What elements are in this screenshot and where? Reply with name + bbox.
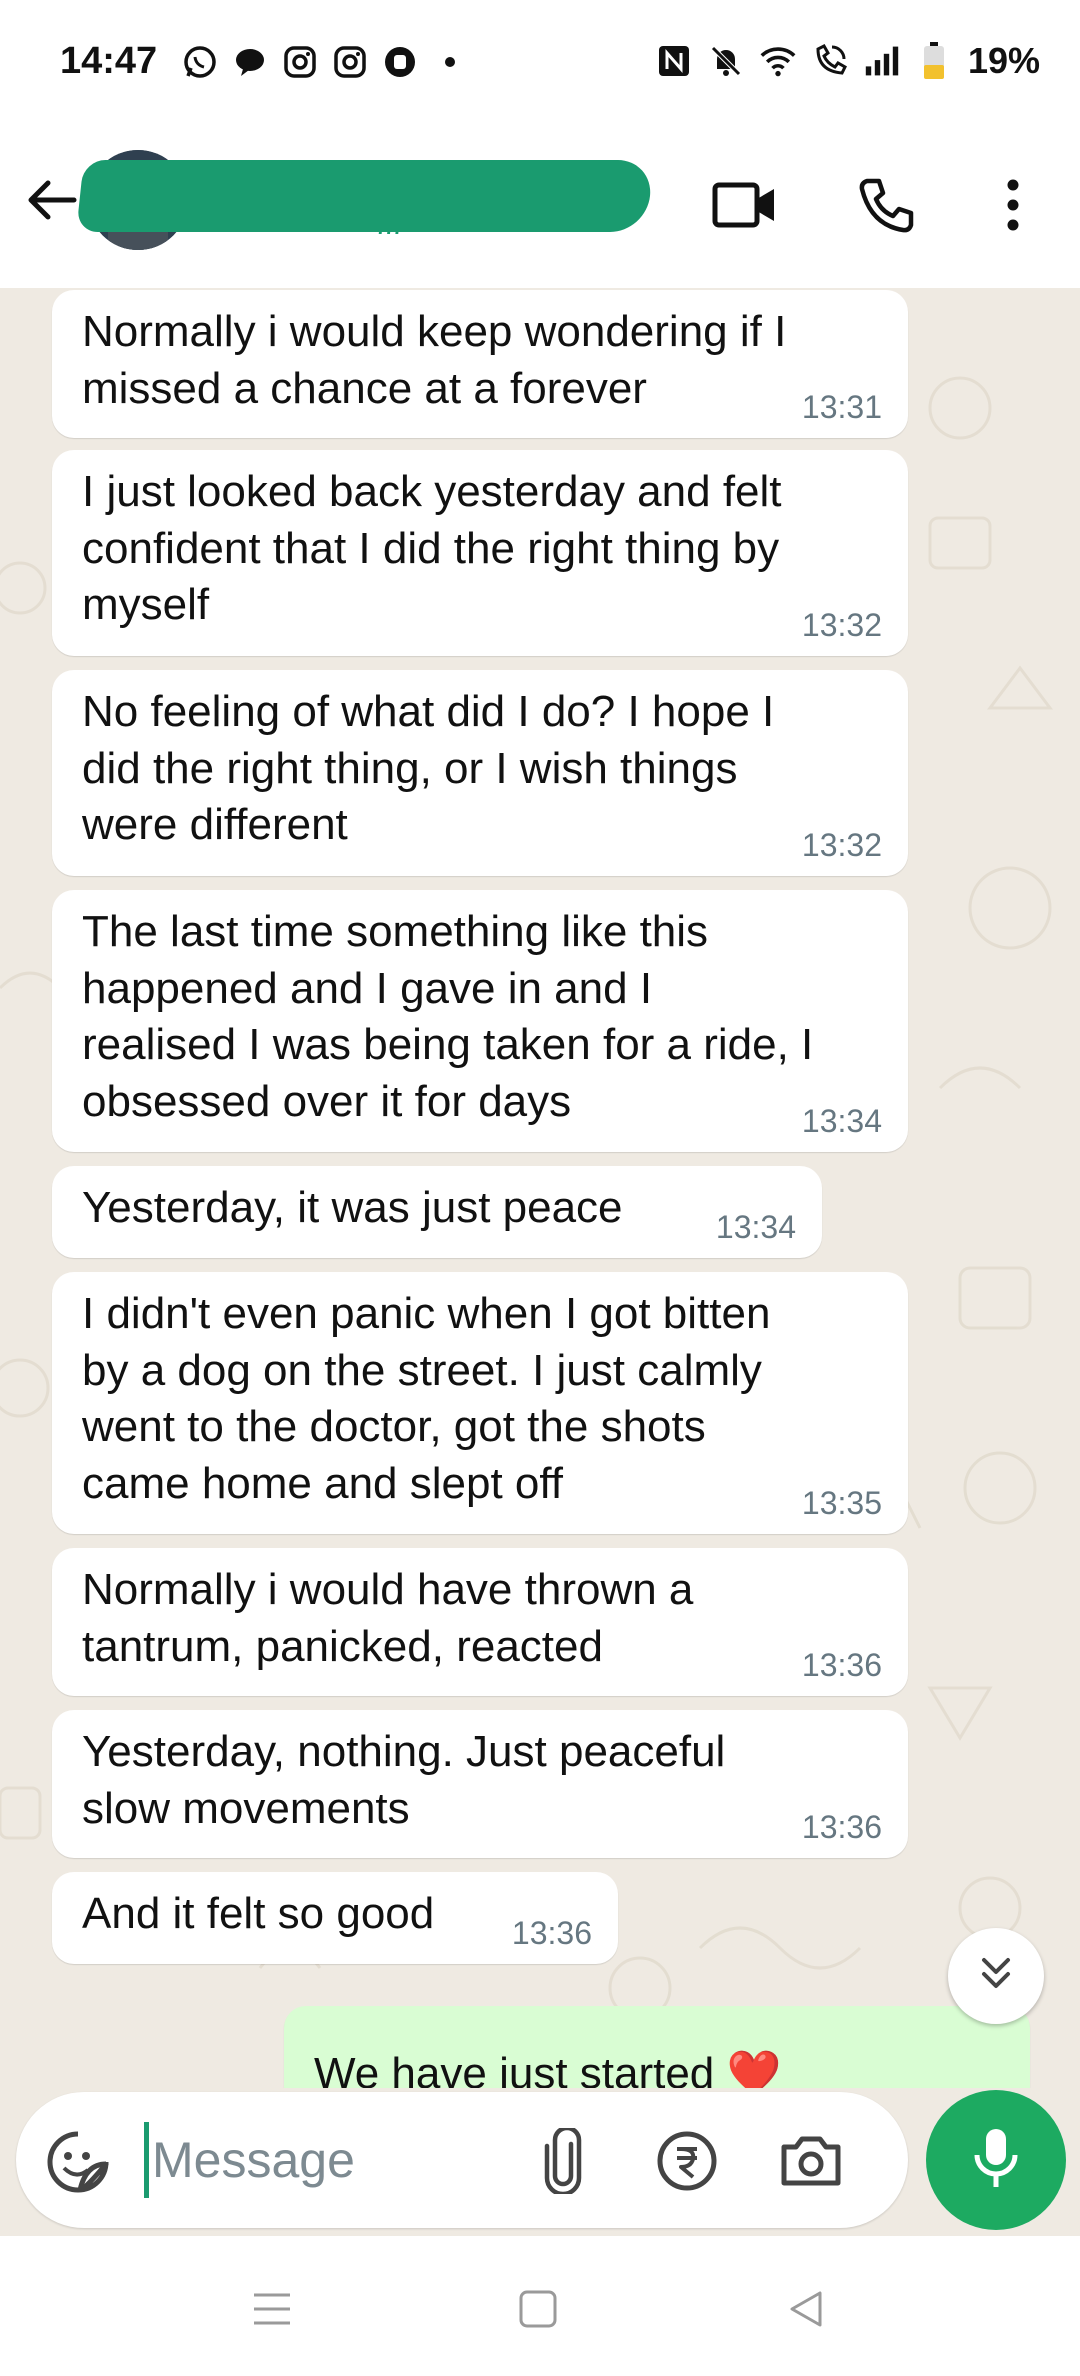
message-bubble[interactable]: Yesterday, nothing. Just peaceful slow m…	[52, 1710, 908, 1858]
system-nav-bar	[0, 2236, 1080, 2376]
wifi-icon	[760, 43, 796, 79]
sticker-icon[interactable]	[46, 2130, 110, 2194]
message-time: 13:34	[715, 1209, 796, 1245]
message-input[interactable]	[148, 2118, 536, 2202]
wifi-call-icon	[812, 43, 848, 79]
chat-area[interactable]: Normally i would keep wondering if I mis…	[0, 288, 1080, 2088]
signal-icon	[864, 43, 900, 79]
home-icon[interactable]	[508, 2284, 568, 2334]
message-text: Yesterday, nothing. Just peaceful slow m…	[82, 1727, 726, 1833]
status-bar: 14:47 19%	[0, 0, 1080, 130]
camera-icon[interactable]	[776, 2126, 846, 2196]
message-bubble[interactable]: Yesterday, it was just peace 13:34	[52, 1166, 822, 1258]
composer-pill	[16, 2092, 908, 2228]
message-time: 13:35	[801, 1485, 882, 1521]
whatsapp-icon	[182, 44, 218, 80]
status-time: 14:47	[60, 40, 158, 82]
message-time: 13:36	[511, 1915, 592, 1951]
message-bubble[interactable]: And it felt so good 13:36	[52, 1872, 618, 1964]
message-time: 13:36	[801, 1809, 882, 1845]
voice-call-icon[interactable]	[852, 170, 922, 240]
message-text: And it felt so good	[82, 1889, 435, 1938]
rupee-payment-icon[interactable]	[652, 2126, 722, 2196]
message-bubble[interactable]: The last time something like this happen…	[52, 890, 908, 1152]
contact-name: ...	[375, 208, 404, 241]
message-bubble[interactable]: No feeling of what did I do? I hope I di…	[52, 670, 908, 876]
message-text: Normally i would keep wondering if I mis…	[82, 307, 787, 413]
message-text: No feeling of what did I do? I hope I di…	[82, 687, 775, 849]
back-icon[interactable]	[776, 2284, 836, 2334]
message-time: 13:36	[801, 1647, 882, 1683]
instagram-icon	[332, 44, 368, 80]
mic-button[interactable]	[926, 2090, 1066, 2230]
scroll-to-bottom-button[interactable]	[948, 1928, 1044, 2024]
message-bubble[interactable]: Normally i would keep wondering if I mis…	[52, 290, 908, 438]
message-bubble[interactable]: I just looked back yesterday and felt co…	[52, 450, 908, 656]
system-icons: 19%	[656, 40, 1040, 82]
message-time: 13:32	[801, 607, 882, 643]
more-vert-icon[interactable]	[978, 170, 1048, 240]
instagram-icon	[282, 44, 318, 80]
notification-icons	[182, 44, 468, 80]
battery-icon	[916, 42, 952, 79]
attach-icon[interactable]	[528, 2126, 598, 2196]
menu-icon[interactable]	[242, 2284, 302, 2334]
chat-icon	[232, 44, 268, 80]
message-bubble[interactable]: Normally i would have thrown a tantrum, …	[52, 1548, 908, 1696]
battery-percent: 19%	[967, 40, 1040, 81]
video-call-icon[interactable]	[710, 170, 780, 240]
message-text: Normally i would have thrown a tantrum, …	[82, 1565, 694, 1671]
message-time: 13:32	[801, 827, 882, 863]
mic-icon	[971, 2125, 1021, 2196]
bell-off-icon	[708, 43, 744, 79]
message-text: I just looked back yesterday and felt co…	[82, 467, 782, 629]
message-time: 13:31	[801, 389, 882, 425]
double-chevron-down-icon	[974, 1952, 1018, 2001]
message-text: We have just started ❤️	[314, 2049, 782, 2088]
back-arrow-icon[interactable]	[22, 170, 82, 230]
dot-icon	[432, 44, 468, 80]
nfc-icon	[656, 43, 692, 79]
app-icon	[382, 44, 418, 80]
message-text: Yesterday, it was just peace	[82, 1183, 623, 1232]
message-text: I didn't even panic when I got bitten by…	[82, 1289, 771, 1508]
message-time: 13:34	[801, 1103, 882, 1139]
chat-header: ...	[0, 130, 1080, 288]
message-text: The last time something like this happen…	[82, 907, 814, 1126]
redacted-contact-name[interactable]: ...	[76, 160, 654, 241]
message-bubble[interactable]: I didn't even panic when I got bitten by…	[52, 1272, 908, 1534]
outgoing-message-bubble[interactable]: We have just started ❤️	[284, 2006, 1030, 2088]
